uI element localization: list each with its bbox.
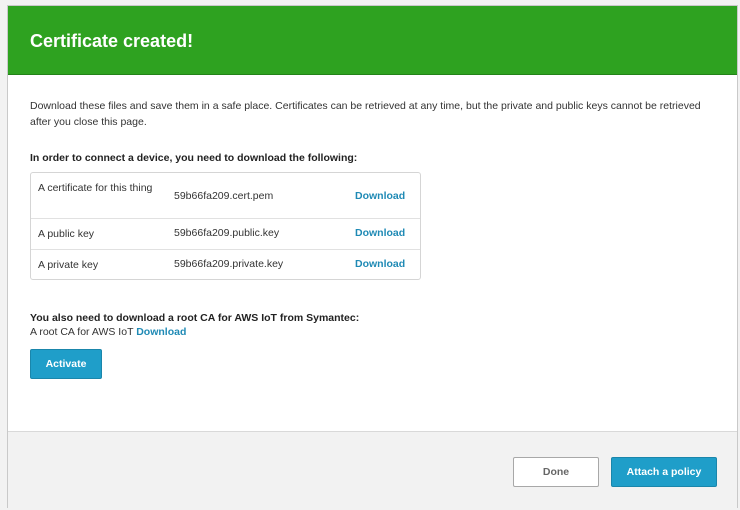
activate-button[interactable]: Activate xyxy=(30,349,102,379)
file-name: 59b66fa209.public.key xyxy=(174,227,280,239)
file-name: 59b66fa209.cert.pem xyxy=(174,190,274,202)
dialog-header: Certificate created! xyxy=(8,6,737,75)
root-ca-label: A root CA for AWS IoT xyxy=(30,326,134,338)
file-description: A certificate for this thing xyxy=(38,182,153,194)
file-name: 59b66fa209.private.key xyxy=(174,258,284,270)
download-certificate-link[interactable]: Download xyxy=(355,190,405,202)
attach-policy-button[interactable]: Attach a policy xyxy=(611,457,717,487)
download-root-ca-link[interactable]: Download xyxy=(136,326,186,338)
certificate-dialog: Certificate created! Download these file… xyxy=(7,5,738,509)
download-private-key-link[interactable]: Download xyxy=(355,258,405,270)
done-button[interactable]: Done xyxy=(513,457,599,487)
file-description: A public key xyxy=(38,228,95,240)
intro-text: Download these files and save them in a … xyxy=(30,100,701,128)
table-row: A certificate for this thing 59b66fa209.… xyxy=(31,173,420,219)
dialog-title: Certificate created! xyxy=(30,31,194,51)
file-description: A private key xyxy=(38,259,99,271)
files-table: A certificate for this thing 59b66fa209.… xyxy=(30,172,421,280)
table-row: A public key 59b66fa209.public.key Downl… xyxy=(31,219,420,250)
table-row: A private key 59b66fa209.private.key Dow… xyxy=(31,250,420,280)
root-ca-heading: You also need to download a root CA for … xyxy=(30,312,360,324)
files-heading: In order to connect a device, you need t… xyxy=(30,152,358,164)
root-ca-line: A root CA for AWS IoT Download xyxy=(30,326,186,338)
dialog-footer: Done Attach a policy xyxy=(8,431,737,509)
download-public-key-link[interactable]: Download xyxy=(355,227,405,239)
